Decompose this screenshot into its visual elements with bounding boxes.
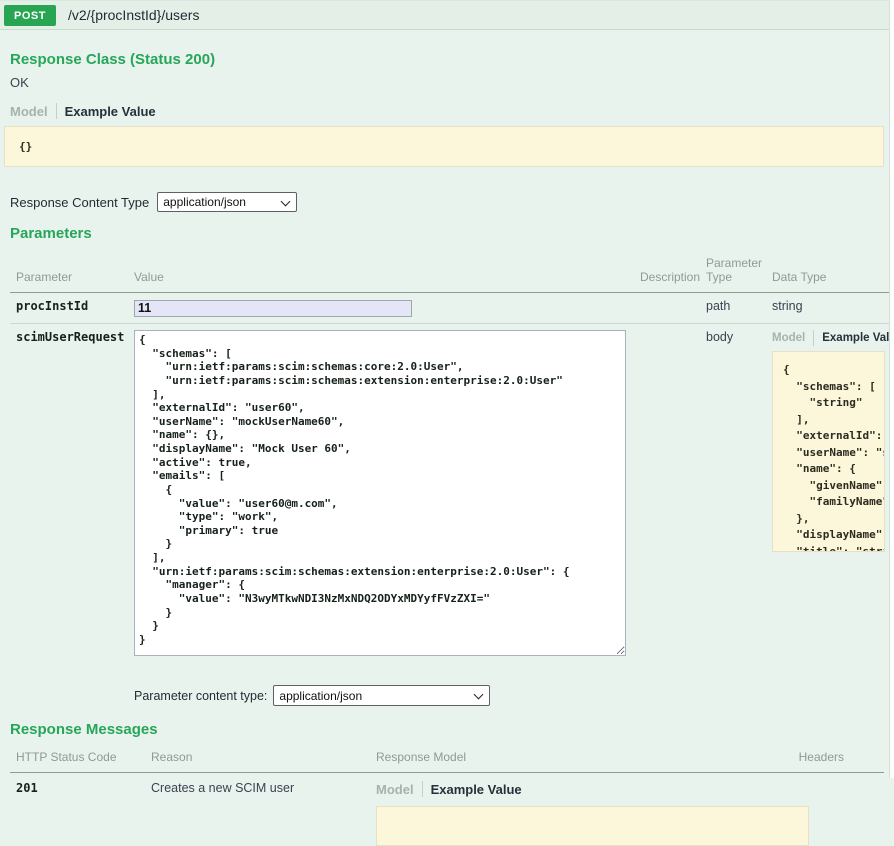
parameter-content-type-label: Parameter content type: <box>134 689 267 703</box>
tab-example-value[interactable]: Example Value <box>423 782 522 797</box>
col-header-parameter: Parameter <box>10 242 128 293</box>
col-header-reason: Reason <box>145 738 370 773</box>
response-content-type-select[interactable]: application/json <box>157 192 297 212</box>
param-description-cell <box>634 293 700 324</box>
response-model-example-snippet <box>376 806 809 846</box>
response-class-status-text: OK <box>10 75 884 90</box>
param-type-body: body <box>700 324 766 667</box>
response-messages-table: HTTP Status Code Reason Response Model H… <box>10 738 884 846</box>
col-header-description: Description <box>634 242 700 293</box>
body-param-description-cell <box>634 324 700 667</box>
parameters-table: Parameter Value Description Parameter Ty… <box>10 242 884 667</box>
procinstid-input[interactable] <box>134 300 412 317</box>
operation-header[interactable]: POST /v2/{procInstId}/users <box>0 0 894 30</box>
response-content-type-label: Response Content Type <box>10 195 149 210</box>
param-name-scimuserrequest: scimUserRequest <box>10 324 128 667</box>
body-schema-cell: Model Example Value { "schemas": [ "stri… <box>766 324 894 667</box>
param-value-cell <box>128 293 634 324</box>
col-header-headers: Headers <box>780 738 884 773</box>
parameters-heading: Parameters <box>10 225 884 242</box>
operation-content: Response Class (Status 200) OK Model Exa… <box>0 51 894 846</box>
param-type-path: path <box>700 293 766 324</box>
page-right-gutter <box>889 0 894 778</box>
response-content-type-select-wrap: application/json <box>149 192 297 212</box>
param-data-type-string: string <box>766 293 894 324</box>
body-schema-tabs: Model Example Value <box>772 330 894 346</box>
col-header-data-type: Data Type <box>766 242 894 293</box>
response-headers-cell <box>780 773 884 846</box>
response-reason: Creates a new SCIM user <box>145 773 370 846</box>
tab-model[interactable]: Model <box>772 332 813 344</box>
response-model-cell: Model Example Value <box>370 773 780 846</box>
tab-example-value[interactable]: Example Value <box>814 332 894 344</box>
body-schema-example-snippet: { "schemas": [ "string" ], "externalId":… <box>772 351 885 552</box>
response-status-code: 201 <box>10 773 145 846</box>
response-messages-heading: Response Messages <box>10 721 884 738</box>
http-method-badge[interactable]: POST <box>4 5 56 26</box>
col-header-http-status-code: HTTP Status Code <box>10 738 145 773</box>
body-param-value-cell: { "schemas": [ "urn:ietf:params:scim:sch… <box>128 324 634 667</box>
tab-model[interactable]: Model <box>10 104 56 119</box>
response-example-snippet: {} <box>4 126 884 167</box>
response-class-tabs: Model Example Value <box>10 103 884 119</box>
tab-example-value[interactable]: Example Value <box>57 104 156 119</box>
tab-model[interactable]: Model <box>376 782 422 797</box>
scimuserrequest-textarea[interactable]: { "schemas": [ "urn:ietf:params:scim:sch… <box>134 330 626 656</box>
parameter-content-type-select-wrap: application/json <box>267 685 490 706</box>
response-model-tabs: Model Example Value <box>376 781 780 797</box>
col-header-value: Value <box>128 242 634 293</box>
col-header-parameter-type: Parameter Type <box>700 242 766 293</box>
endpoint-path[interactable]: /v2/{procInstId}/users <box>68 7 200 23</box>
col-header-response-model: Response Model <box>370 738 780 773</box>
param-name-procinstid: procInstId <box>10 293 128 324</box>
response-class-heading: Response Class (Status 200) <box>10 51 884 68</box>
parameter-content-type-select[interactable]: application/json <box>273 685 490 706</box>
